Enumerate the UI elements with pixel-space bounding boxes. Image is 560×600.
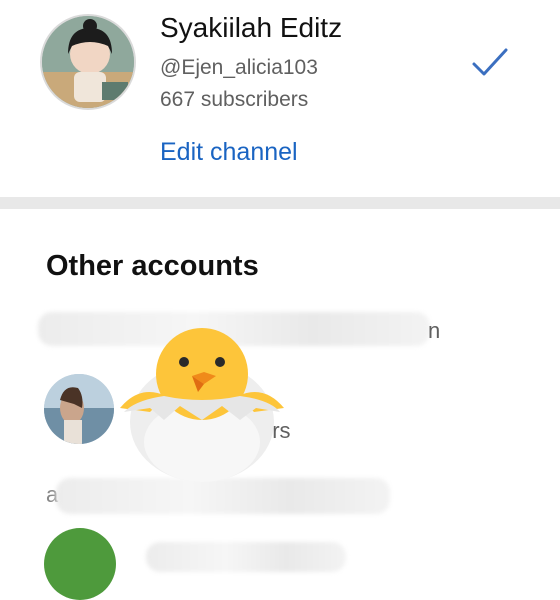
redacted-account-name-3 (56, 478, 390, 514)
channel-avatar (40, 14, 136, 110)
section-divider (0, 197, 560, 209)
account-avatar-2[interactable] (44, 374, 114, 444)
channel-handle: @Ejen_alicia103 (160, 56, 318, 79)
channel-subscriber-count: 667 subscribers (160, 88, 309, 111)
edit-channel-link[interactable]: Edit channel (160, 138, 298, 167)
checkmark-icon (472, 48, 508, 76)
other-accounts-heading: Other accounts (46, 250, 259, 282)
hatching-chick-icon (120, 328, 284, 482)
account-name-fragment: n (428, 318, 441, 343)
account-avatar-4[interactable] (44, 528, 116, 600)
channel-name: Syakiilah Editz (160, 12, 343, 43)
redacted-account-name-4 (146, 542, 346, 572)
